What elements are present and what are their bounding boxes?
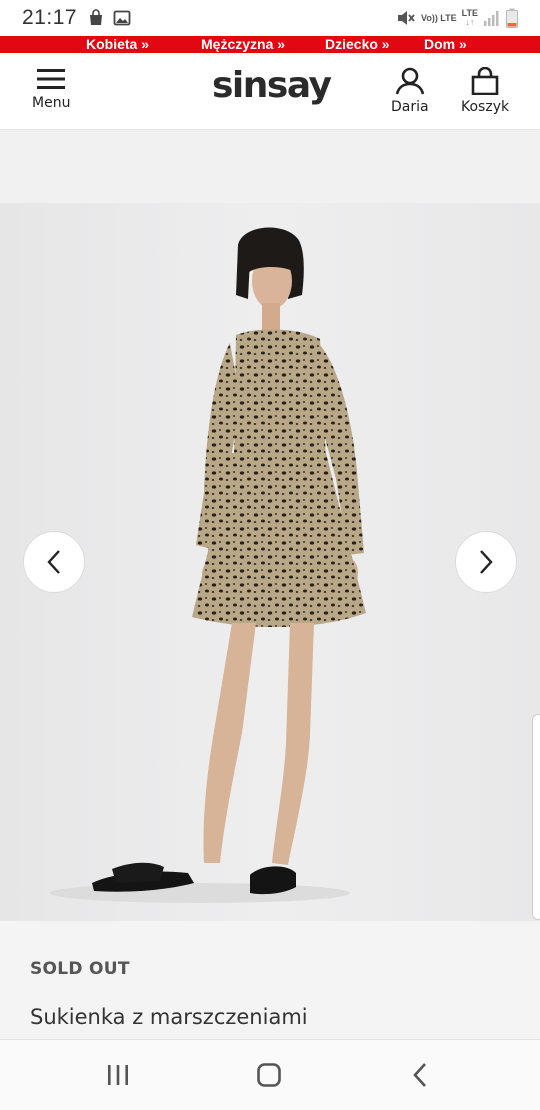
status-bar: 21:17 Vo)) LTE LTE ↓↑: [0, 0, 540, 36]
product-title: Sukienka z marszczeniami: [30, 1005, 308, 1029]
category-link-dziecko[interactable]: Dziecko »: [325, 36, 390, 53]
category-link-mezczyzna[interactable]: Mężczyzna »: [201, 36, 285, 53]
image-icon: [113, 10, 131, 26]
category-link-dom[interactable]: Dom »: [424, 36, 467, 53]
recent-apps-button[interactable]: [98, 1060, 138, 1090]
system-nav-bar: [0, 1039, 540, 1110]
recent-apps-icon: [108, 1065, 128, 1085]
network-lte: LTE ↓↑: [462, 9, 478, 27]
hamburger-icon: [37, 69, 66, 89]
shopping-bag-icon: [471, 67, 499, 95]
side-drawer-handle[interactable]: [532, 714, 540, 920]
network-volte: Vo)) LTE: [420, 12, 457, 23]
notification-icons: [87, 9, 131, 27]
menu-button[interactable]: Menu: [32, 67, 70, 111]
status-right: Vo)) LTE LTE ↓↑: [396, 8, 518, 28]
chevron-right-icon: [480, 550, 493, 574]
mute-icon: [397, 11, 415, 25]
product-info: SOLD OUT Sukienka z marszczeniami: [0, 921, 540, 1039]
account-label: Daria: [391, 99, 429, 115]
volte-label: Vo)) LTE: [420, 12, 457, 23]
shopping-bag-icon: [90, 9, 103, 25]
gallery-prev-button[interactable]: [23, 531, 85, 593]
cart-button[interactable]: Koszyk: [461, 67, 509, 115]
cart-label: Koszyk: [461, 99, 510, 115]
home-icon: [257, 1063, 281, 1087]
menu-label: Menu: [32, 95, 71, 111]
home-button[interactable]: [249, 1060, 289, 1090]
category-link-kobieta[interactable]: Kobieta »: [86, 36, 149, 53]
category-nav: Kobieta » Mężczyzna » Dziecko » Dom »: [0, 36, 540, 53]
account-button[interactable]: Daria: [391, 67, 429, 115]
back-button[interactable]: [400, 1060, 440, 1090]
signal-icon: [484, 11, 499, 26]
chevron-left-icon: [47, 550, 60, 574]
banner-area: [0, 130, 540, 203]
sinsay-logo[interactable]: sinsay: [212, 65, 332, 106]
battery-low-icon: [506, 8, 518, 28]
gallery-next-button[interactable]: [455, 531, 517, 593]
status-badge: SOLD OUT: [30, 959, 130, 979]
site-header: Menu sinsay Daria Koszyk: [0, 53, 540, 130]
data-arrows-icon: ↓↑: [465, 17, 475, 27]
user-icon: [395, 67, 425, 95]
back-icon: [413, 1063, 426, 1087]
product-gallery[interactable]: [0, 203, 540, 921]
status-time: 21:17: [22, 6, 78, 29]
